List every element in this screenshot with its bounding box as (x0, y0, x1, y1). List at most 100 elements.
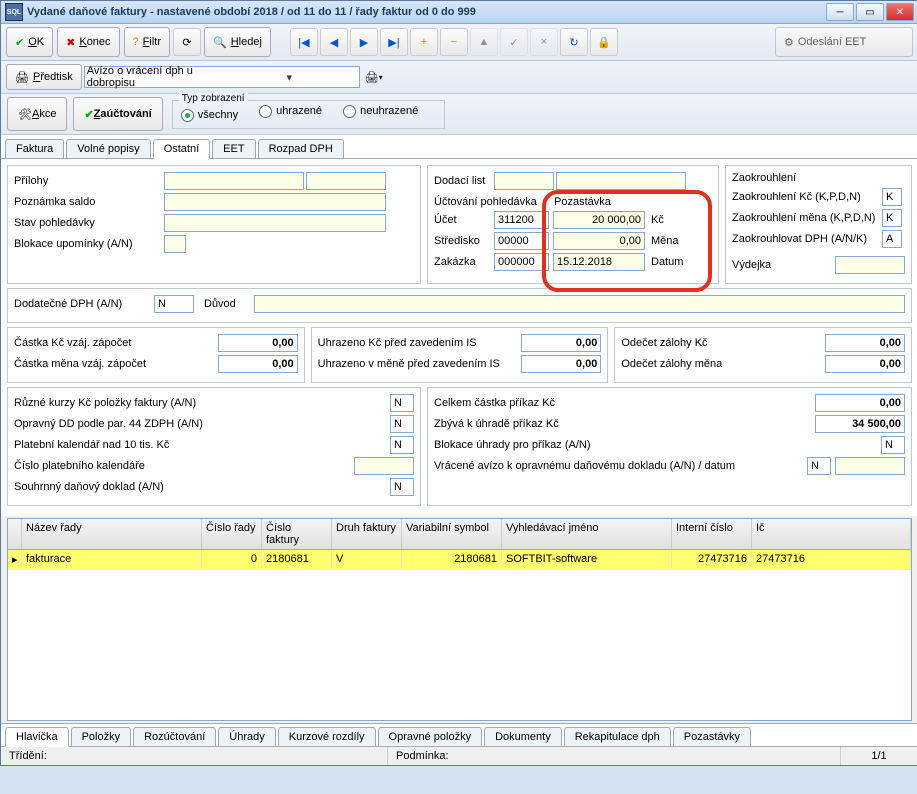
fld-duvod[interactable] (254, 295, 905, 313)
lbl-zak: Zakázka (434, 256, 494, 268)
fld-stav[interactable] (164, 214, 386, 232)
radio-neuhrazene[interactable]: neuhrazené (343, 105, 418, 118)
btab-rozuctovani[interactable]: Rozúčtování (133, 727, 216, 746)
fld-dodaci-1[interactable] (494, 172, 554, 190)
lbl-blokace: Blokace upomínky (A/N) (14, 238, 164, 250)
lbl-mena: Měna (651, 235, 679, 247)
btab-kurzove[interactable]: Kurzové rozdíly (278, 727, 376, 746)
close-button[interactable]: ✕ (886, 3, 914, 21)
fld-pozast-kc[interactable]: 20 000,00 (553, 211, 645, 229)
refresh-icon[interactable]: ⟳ (173, 28, 201, 56)
btab-pozast[interactable]: Pozastávky (673, 727, 751, 746)
lbl-kc: Kč (651, 214, 664, 226)
btab-hlavicka[interactable]: Hlavička (5, 727, 69, 747)
zauctovani-button[interactable]: ✔Zaúčtování (73, 97, 162, 131)
tab-faktura[interactable]: Faktura (5, 139, 64, 158)
fld-c1[interactable]: 0,00 (825, 334, 905, 352)
lbl-s3: Blokace úhrady pro příkaz (A/N) (434, 439, 881, 451)
predtisk-combo[interactable]: Avízo o vrácení dph u dobropisu▾ (84, 66, 360, 88)
hledej-button[interactable]: 🔍Hledej (204, 27, 271, 57)
remove-icon[interactable]: − (440, 28, 468, 56)
prev-icon[interactable]: ◀ (320, 28, 348, 56)
fld-zak[interactable]: 000000 (494, 253, 549, 271)
col-vs[interactable]: Variabilní symbol (402, 519, 502, 549)
fld-zaok-kc[interactable]: K (882, 188, 902, 206)
predtisk-button[interactable]: 🖨Předtisk (6, 64, 82, 90)
add-icon[interactable]: + (410, 28, 438, 56)
col-ic[interactable]: Ič (752, 519, 911, 549)
fld-poznamka[interactable] (164, 193, 386, 211)
btab-uhrady[interactable]: Úhrady (218, 727, 275, 746)
fld-r1[interactable]: N (390, 394, 414, 412)
radio-uhrazene[interactable]: uhrazené (259, 105, 322, 118)
fld-zaok-dph[interactable]: A (882, 230, 902, 248)
next-icon[interactable]: ▶ (350, 28, 378, 56)
tab-eet[interactable]: EET (212, 139, 255, 158)
radio-vsechny[interactable]: všechny (181, 109, 238, 122)
btab-rekap[interactable]: Rekapitulace dph (564, 727, 671, 746)
cell-jmeno: SOFTBIT-software (502, 550, 672, 569)
fld-blokace[interactable] (164, 235, 186, 253)
fld-vydejka[interactable] (835, 256, 905, 274)
fld-s1[interactable]: 0,00 (815, 394, 905, 412)
fld-s3[interactable]: N (881, 436, 905, 454)
fld-prilohy-1[interactable] (164, 172, 304, 190)
fld-r3[interactable]: N (390, 436, 414, 454)
col-cislo-rady[interactable]: Číslo řady (202, 519, 262, 549)
lbl-r3: Platební kalendář nad 10 tis. Kč (14, 439, 390, 451)
print-icon[interactable]: 🖨▾ (361, 64, 387, 90)
reload-icon[interactable]: ↻ (560, 28, 588, 56)
fld-s2[interactable]: 34 500,00 (815, 415, 905, 433)
fld-a2[interactable]: 0,00 (218, 355, 298, 373)
akce-button[interactable]: 🛠Akce (7, 97, 67, 131)
fld-s4-date[interactable] (835, 457, 905, 475)
col-int-cislo[interactable]: Interní číslo (672, 519, 752, 549)
btab-dokumenty[interactable]: Dokumenty (484, 727, 562, 746)
col-nazev[interactable]: Název řady (22, 519, 202, 549)
tab-rozpad-dph[interactable]: Rozpad DPH (258, 139, 344, 158)
tab-ostatni[interactable]: Ostatní (153, 139, 210, 159)
fld-pozast-mena[interactable]: 0,00 (553, 232, 645, 250)
tab-volne-popisy[interactable]: Volné popisy (66, 139, 150, 158)
last-icon[interactable]: ▶| (380, 28, 408, 56)
lbl-r1: Různé kurzy Kč položky faktury (A/N) (14, 397, 390, 409)
fld-ucet[interactable]: 311200 (494, 211, 549, 229)
lbl-dodaci: Dodací list (434, 175, 494, 187)
col-jmeno[interactable]: Vyhledávací jméno (502, 519, 672, 549)
fld-r2[interactable]: N (390, 415, 414, 433)
col-cislo-faktury[interactable]: Číslo faktury (262, 519, 332, 549)
maximize-button[interactable]: ▭ (856, 3, 884, 21)
cell-int-cislo: 27473716 (672, 550, 752, 569)
lbl-b2: Uhrazeno v měně před zavedením IS (318, 358, 522, 370)
toolbar-main: ✔OOKK ✖Konec ?Filtr ⟳ 🔍Hledej |◀ ◀ ▶ ▶| … (1, 24, 917, 61)
fld-dod-dph[interactable]: N (154, 295, 194, 313)
fld-r5[interactable]: N (390, 478, 414, 496)
fld-s4[interactable]: N (807, 457, 831, 475)
fld-c2[interactable]: 0,00 (825, 355, 905, 373)
btab-opravne[interactable]: Opravné položky (378, 727, 483, 746)
confirm-icon: ✓ (500, 28, 528, 56)
fld-pozast-datum[interactable]: 15.12.2018 (553, 253, 645, 271)
eet-button[interactable]: ⚙Odeslání EET (775, 27, 913, 57)
first-icon[interactable]: |◀ (290, 28, 318, 56)
minimize-button[interactable]: ─ (826, 3, 854, 21)
cell-cislo-rady: 0 (202, 550, 262, 569)
app-icon: SQL (5, 3, 23, 21)
fld-dodaci-2[interactable] (556, 172, 686, 190)
fld-zaok-mena[interactable]: K (882, 209, 902, 227)
col-druh[interactable]: Druh faktury (332, 519, 402, 549)
fld-a1[interactable]: 0,00 (218, 334, 298, 352)
ok-button[interactable]: ✔OOKK (6, 27, 53, 57)
fld-b2[interactable]: 0,00 (521, 355, 601, 373)
fld-prilohy-2[interactable] (306, 172, 386, 190)
grid-row[interactable]: ▸ fakturace 0 2180681 V 2180681 SOFTBIT-… (8, 550, 911, 570)
lbl-r5: Souhrnný daňový doklad (A/N) (14, 481, 390, 493)
konec-button[interactable]: ✖Konec (57, 27, 119, 57)
fld-stred[interactable]: 00000 (494, 232, 549, 250)
lock-icon[interactable]: 🔒 (590, 28, 618, 56)
fld-r4[interactable] (354, 457, 414, 475)
fld-b1[interactable]: 0,00 (521, 334, 601, 352)
grid: Název řady Číslo řady Číslo faktury Druh… (7, 518, 912, 721)
filtr-button[interactable]: ?Filtr (124, 27, 170, 57)
btab-polozky[interactable]: Položky (71, 727, 132, 746)
